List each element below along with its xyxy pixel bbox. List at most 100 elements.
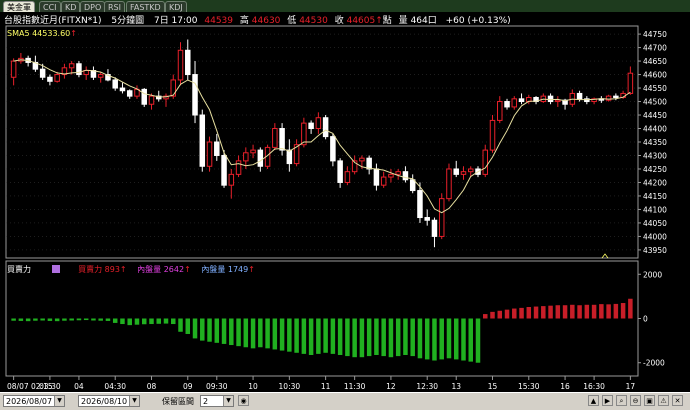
- force-bar: [62, 318, 67, 321]
- search-icon[interactable]: ⌕: [616, 395, 627, 406]
- price-tick-label: 44050: [643, 219, 667, 228]
- candle-body: [177, 49, 184, 81]
- force-bar: [512, 308, 517, 319]
- chevron-down-icon[interactable]: ▼: [129, 396, 139, 406]
- candle-body: [511, 98, 518, 108]
- force-bar: [185, 318, 191, 334]
- force-bar: [250, 318, 256, 349]
- candle-body: [330, 136, 336, 162]
- price-tick-label: 44600: [643, 71, 667, 80]
- force-bar: [577, 305, 582, 319]
- candle-body: [460, 171, 467, 175]
- range-field[interactable]: 2 ▼: [200, 395, 234, 407]
- price-tick-label: 44000: [643, 232, 667, 241]
- force-bar: [171, 318, 176, 325]
- price-tick-label: 44200: [643, 178, 667, 187]
- prev-page-button[interactable]: ▶: [602, 395, 613, 406]
- force-tick-label: -2000: [643, 359, 665, 368]
- force-bar: [453, 318, 459, 360]
- force-bar: [591, 304, 597, 319]
- time-tick-label: 10: [248, 382, 258, 391]
- force-bar: [366, 318, 372, 357]
- candle-body: [54, 74, 60, 82]
- force-bar: [555, 305, 561, 319]
- force-bar: [417, 318, 423, 359]
- force-bar: [287, 318, 292, 352]
- zoom-out-button[interactable]: ⊖: [630, 395, 641, 406]
- quote-header: 台股指數近月(FITXN*1) 5分鐘圖 7日 17:00 44539 高 44…: [4, 13, 511, 26]
- volume-value: 464口: [410, 16, 437, 26]
- price-tick-label: 44700: [643, 44, 667, 53]
- close-icon[interactable]: ✕: [672, 395, 683, 406]
- candle-body: [199, 114, 206, 167]
- force-bar: [570, 304, 575, 319]
- force-bar: [192, 318, 198, 339]
- price-tick-label: 44150: [643, 192, 667, 201]
- price-tick-label: 44300: [643, 151, 667, 160]
- time-tick-label: 12:30: [416, 382, 438, 391]
- force-bar: [584, 304, 590, 319]
- force-bar: [483, 314, 488, 319]
- candle-body: [402, 171, 409, 181]
- time-tick-label: 04: [74, 382, 84, 391]
- force-bar: [337, 318, 343, 355]
- force-bar: [18, 318, 24, 321]
- force-bar: [548, 305, 553, 319]
- force-bar: [229, 318, 234, 346]
- force-bar: [395, 318, 401, 357]
- volume-label: 量: [398, 16, 408, 26]
- candle-body: [112, 79, 118, 89]
- price-tick-label: 44750: [643, 30, 667, 39]
- candle-body: [243, 152, 249, 162]
- bottom-toolbar: 2026/08/07 ▼ 2026/08/10 ▼ 保留區間 2 ▼ ◉ ▲ ▶…: [0, 392, 690, 410]
- force-bar: [497, 310, 503, 319]
- up-arrow-icon: ↑: [375, 16, 383, 26]
- inner-arrow-icon: ↑: [184, 265, 191, 274]
- force-bar: [606, 304, 611, 319]
- force-bar: [562, 305, 568, 319]
- force-bar: [91, 318, 96, 321]
- price-tick-label: 44400: [643, 125, 667, 134]
- force-bar: [69, 318, 74, 321]
- candle-body: [214, 141, 220, 156]
- force-bar: [352, 318, 357, 358]
- sma-label: SMA5 44533.60: [7, 29, 71, 38]
- settings-icon[interactable]: [51, 265, 60, 273]
- force-bar: [446, 318, 452, 359]
- price-chart-svg: 44750 44700 44650 44600 44550 44500 44450 44400…: [5, 25, 667, 391]
- time-tick-label: 09: [183, 382, 193, 391]
- candle-body: [47, 76, 53, 82]
- force-bar: [243, 318, 249, 348]
- end-date-field[interactable]: 2026/08/10 ▼: [78, 395, 140, 407]
- chevron-down-icon[interactable]: ▼: [54, 396, 64, 406]
- first-page-button[interactable]: ▲: [588, 395, 599, 406]
- candle-body: [170, 79, 177, 97]
- start-date-field[interactable]: 2026/08/07 ▼: [3, 395, 65, 407]
- force-bar: [127, 318, 132, 326]
- buy-label: 買賣力: [78, 265, 103, 274]
- price-tick-label: 44650: [643, 57, 667, 66]
- alert-icon[interactable]: ⚠: [658, 395, 669, 406]
- force-bar: [323, 318, 328, 353]
- candle-body: [315, 117, 322, 130]
- fullscreen-button[interactable]: ▣: [644, 395, 655, 406]
- force-bar: [272, 318, 278, 350]
- force-bar: [359, 318, 365, 358]
- time-tick-label: 11:30: [344, 382, 366, 391]
- force-bar: [141, 318, 147, 325]
- candle-body: [417, 190, 423, 219]
- candle-body: [344, 171, 351, 183]
- panel2-title: 買賣力: [7, 265, 31, 274]
- candle-body: [68, 63, 75, 69]
- force-bar: [98, 318, 103, 321]
- buy-value: 893: [104, 265, 120, 274]
- candle-body: [359, 157, 365, 162]
- zoom-in-button[interactable]: ◉: [238, 395, 249, 406]
- force-bar: [519, 307, 524, 319]
- time-tick-label: 13: [451, 382, 461, 391]
- force-bar: [40, 318, 45, 321]
- chevron-down-icon[interactable]: ▼: [223, 396, 233, 406]
- force-bar: [381, 318, 386, 357]
- candle-body: [301, 122, 307, 146]
- force-bar: [156, 318, 161, 324]
